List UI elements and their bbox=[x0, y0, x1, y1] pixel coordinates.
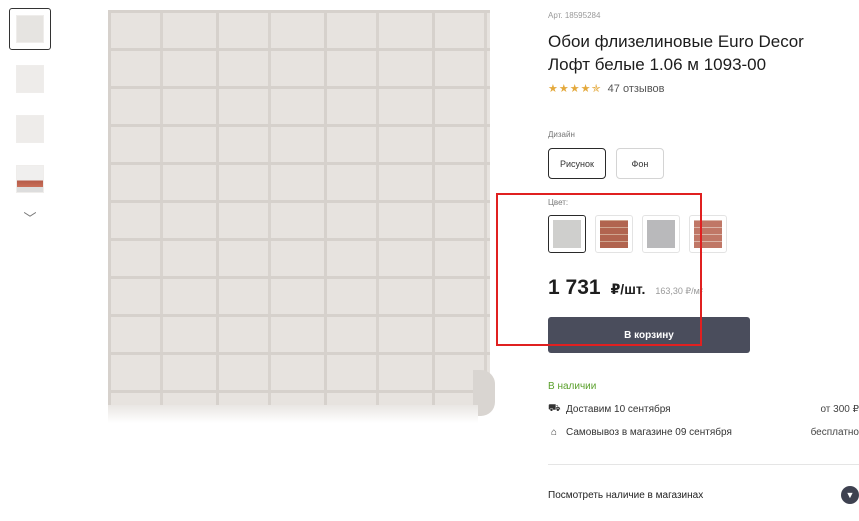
design-options: Рисунок Фон bbox=[548, 148, 664, 179]
image-shadow bbox=[108, 405, 478, 423]
thumbnail-2[interactable] bbox=[9, 58, 51, 100]
wallpaper-roll-image bbox=[108, 10, 490, 405]
stock-status: В наличии bbox=[548, 381, 597, 392]
thumbnail-1[interactable] bbox=[9, 8, 51, 50]
price-per-m2: 163,30 ₽/м² bbox=[655, 286, 703, 296]
pickup-text: Самовывоз в магазине 09 сентября bbox=[566, 427, 732, 438]
delivery-text: Доставим 10 сентября bbox=[566, 404, 671, 415]
design-option-background[interactable]: Фон bbox=[615, 148, 664, 179]
thumbnail-image bbox=[16, 115, 44, 143]
pickup-row: ⌂ Самовывоз в магазине 09 сентября беспл… bbox=[548, 427, 859, 438]
truck-icon: ⛟ bbox=[548, 403, 561, 414]
design-label: Дизайн bbox=[548, 130, 575, 139]
delivery-price: от 300 ₽ bbox=[820, 404, 859, 415]
price-unit: ₽/шт. bbox=[610, 281, 646, 297]
color-swatch-terracotta[interactable] bbox=[689, 215, 727, 253]
add-to-cart-button[interactable]: В корзину bbox=[548, 317, 750, 353]
thumbnail-image bbox=[16, 65, 44, 93]
check-stores-label: Посмотреть наличие в магазинах bbox=[548, 489, 704, 501]
color-label: Цвет: bbox=[548, 198, 569, 207]
thumbnail-list: ﹀ bbox=[9, 8, 53, 227]
pickup-price: бесплатно bbox=[810, 427, 859, 438]
delivery-row: ⛟ Доставим 10 сентября от 300 ₽ bbox=[548, 403, 859, 416]
check-stores-link[interactable]: Посмотреть наличие в магазинах ▼ bbox=[548, 486, 859, 504]
swatch-tile bbox=[647, 220, 675, 248]
product-rating: ★★★★✯ 47 отзывов bbox=[548, 82, 665, 96]
swatch-tile bbox=[600, 220, 628, 248]
product-main-image[interactable] bbox=[88, 0, 512, 440]
design-option-pattern[interactable]: Рисунок bbox=[548, 148, 606, 179]
thumbnail-image bbox=[16, 165, 44, 193]
thumbnail-image bbox=[16, 15, 44, 43]
divider bbox=[548, 464, 859, 465]
chevron-down-icon[interactable]: ﹀ bbox=[9, 208, 51, 227]
color-swatch-red-brick[interactable] bbox=[595, 215, 633, 253]
thumbnail-3[interactable] bbox=[9, 108, 51, 150]
price-value: 1 731 bbox=[548, 276, 601, 299]
product-title: Обои флизелиновые Euro Decor Лофт белые … bbox=[548, 32, 804, 74]
color-swatch-grey[interactable] bbox=[642, 215, 680, 253]
chevron-down-icon: ▼ bbox=[841, 486, 859, 504]
bag-icon: ⌂ bbox=[550, 427, 558, 438]
product-sku: Арт. 18595284 bbox=[548, 11, 601, 20]
price-row: 1 731 ₽/шт. 163,30 ₽/м² bbox=[548, 276, 703, 300]
reviews-link[interactable]: 47 отзывов bbox=[608, 83, 665, 95]
swatch-tile bbox=[694, 220, 722, 248]
swatch-tile bbox=[553, 220, 581, 248]
star-rating-icon: ★★★★✯ bbox=[548, 83, 602, 95]
thumbnail-4[interactable] bbox=[9, 158, 51, 200]
color-swatches bbox=[548, 215, 727, 253]
color-swatch-white[interactable] bbox=[548, 215, 586, 253]
